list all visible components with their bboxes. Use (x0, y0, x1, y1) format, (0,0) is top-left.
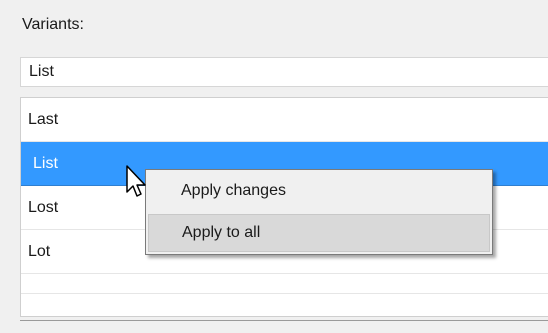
list-item-empty[interactable] (21, 274, 548, 294)
list-item-last[interactable]: Last (21, 98, 548, 142)
menu-item-label: Apply to all (182, 224, 261, 241)
variant-combo-box[interactable]: List (20, 57, 548, 87)
list-item-label: Lost (28, 199, 59, 216)
menu-item-apply-changes[interactable]: Apply changes (148, 173, 490, 211)
menu-item-label: Apply changes (181, 182, 286, 199)
list-item-label: List (33, 155, 58, 172)
variants-label: Variants: (22, 16, 84, 33)
variants-panel: Variants: List Last List Lost Lot Apply … (0, 0, 548, 333)
menu-item-apply-to-all[interactable]: Apply to all (148, 214, 490, 252)
list-item-label: Last (28, 111, 59, 128)
panel-divider (20, 320, 548, 321)
arrow-cursor-icon (126, 165, 146, 197)
list-item-label: Lot (28, 243, 51, 260)
variant-combo-value: List (29, 63, 54, 80)
context-menu: Apply changes Apply to all (145, 169, 493, 255)
